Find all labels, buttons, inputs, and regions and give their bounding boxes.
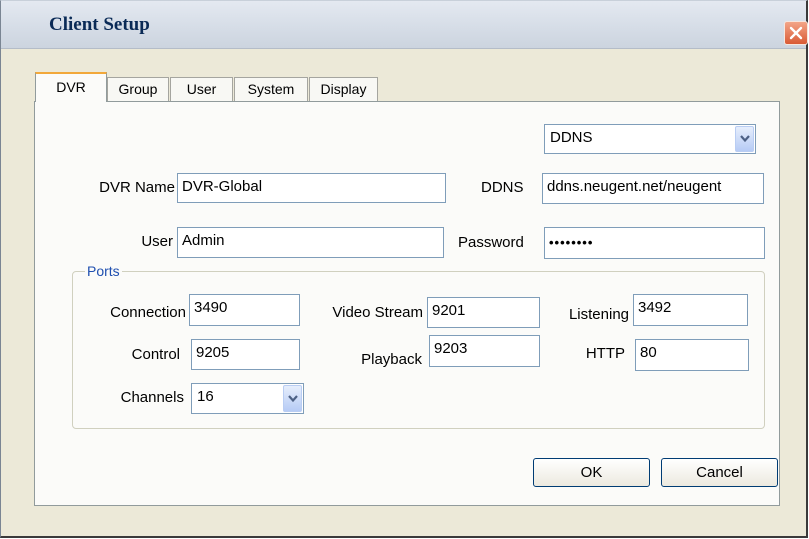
client-setup-dialog: Client Setup Group User System Display D… xyxy=(0,0,808,538)
playback-label: Playback xyxy=(361,351,422,368)
ok-button[interactable]: OK xyxy=(533,458,650,487)
dvr-name-label: DVR Name xyxy=(99,179,175,196)
ddns-type-dropdown-button[interactable] xyxy=(735,126,754,152)
channels-dropdown-button[interactable] xyxy=(283,385,302,412)
video-stream-port-input[interactable]: 9201 xyxy=(427,297,540,328)
ports-group-title: Ports xyxy=(85,263,122,279)
control-label: Control xyxy=(131,346,180,363)
cancel-button[interactable]: Cancel xyxy=(661,458,778,487)
ddns-type-select[interactable]: DDNS xyxy=(544,124,756,154)
password-input[interactable]: •••••••• xyxy=(544,227,765,259)
channels-label: Channels xyxy=(120,389,184,406)
user-input[interactable]: Admin xyxy=(177,227,444,258)
tab-group[interactable]: Group xyxy=(107,77,169,101)
tab-display[interactable]: Display xyxy=(309,77,378,101)
listening-port-input[interactable]: 3492 xyxy=(633,294,748,326)
tab-user[interactable]: User xyxy=(170,77,233,101)
playback-port-input[interactable]: 9203 xyxy=(429,335,540,367)
title-bar[interactable]: Client Setup xyxy=(1,1,808,49)
tab-system[interactable]: System xyxy=(234,77,308,101)
window-title: Client Setup xyxy=(49,14,150,35)
ddns-label: DDNS xyxy=(481,179,524,196)
listening-label: Listening xyxy=(568,306,629,323)
close-button[interactable] xyxy=(784,21,808,45)
video-stream-label: Video Stream xyxy=(332,304,423,321)
ddns-type-value: DDNS xyxy=(550,129,593,146)
tab-dvr[interactable]: DVR xyxy=(35,72,107,102)
control-port-input[interactable]: 9205 xyxy=(191,339,300,370)
password-label: Password xyxy=(458,234,524,251)
http-label: HTTP xyxy=(585,345,625,362)
dvr-name-input[interactable]: DVR-Global xyxy=(177,173,446,203)
close-icon xyxy=(789,26,803,40)
chevron-down-icon xyxy=(288,395,298,403)
channels-select[interactable]: 16 xyxy=(191,383,304,414)
http-port-input[interactable]: 80 xyxy=(635,339,749,371)
connection-port-input[interactable]: 3490 xyxy=(189,294,300,326)
user-label: User xyxy=(141,233,173,250)
chevron-down-icon xyxy=(740,135,750,143)
channels-value: 16 xyxy=(197,388,214,405)
connection-label: Connection xyxy=(110,304,186,321)
ddns-address-input[interactable]: ddns.neugent.net/neugent xyxy=(542,173,764,204)
